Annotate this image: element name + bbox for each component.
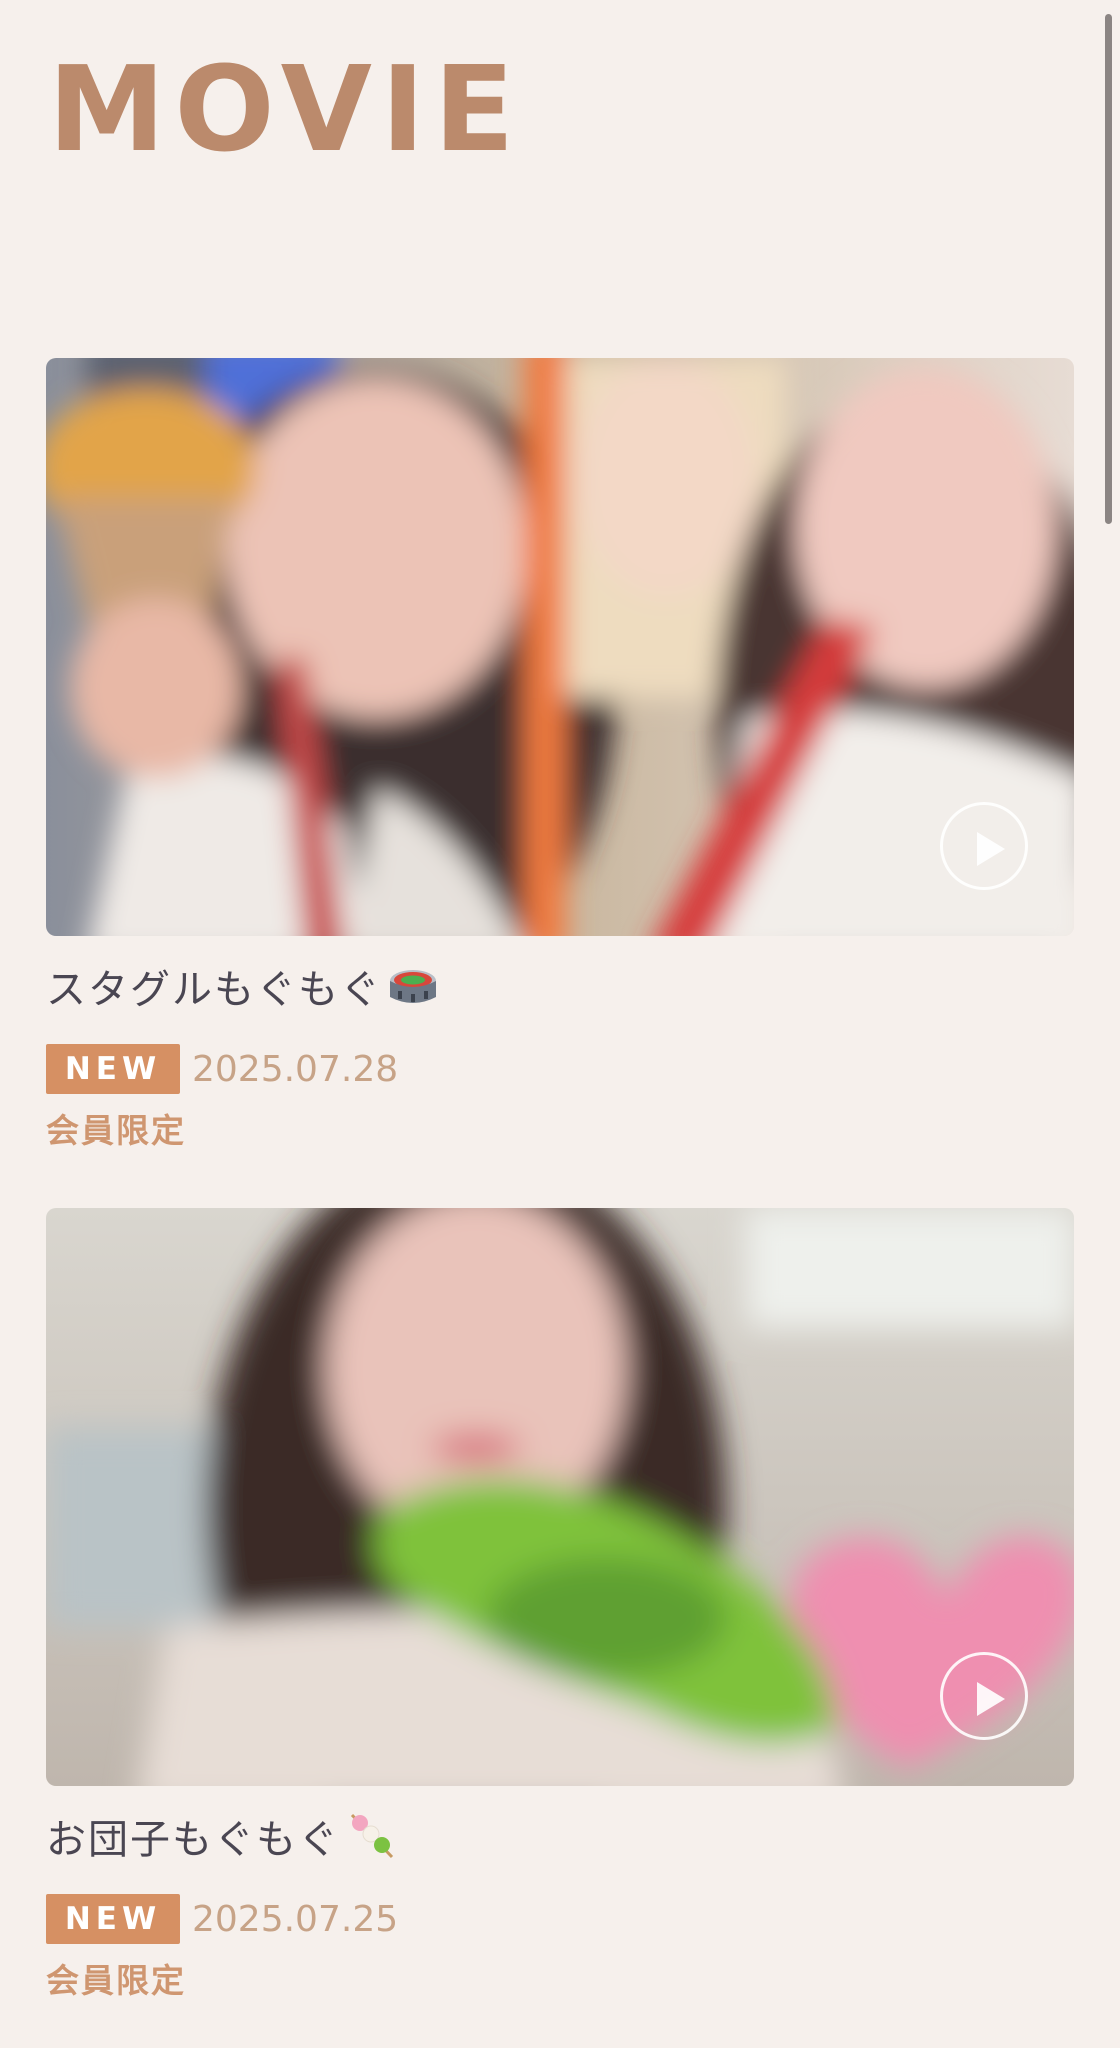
play-icon[interactable] [940, 802, 1028, 890]
page-title: MOVIE [48, 40, 524, 178]
movie-thumbnail[interactable] [46, 358, 1074, 936]
movie-date: 2025.07.25 [192, 1898, 399, 1940]
members-only-label: 会員限定 [46, 1961, 186, 2000]
movie-title: お団子もぐもぐ [46, 1817, 340, 1863]
movie-date: 2025.07.28 [192, 1048, 399, 1090]
movie-card[interactable]: スタグルもぐもぐ NEW 2025.07.28 会員限定 [46, 358, 1074, 1152]
play-icon[interactable] [940, 1652, 1028, 1740]
dango-icon [346, 1811, 396, 1861]
movie-card[interactable]: お団子もぐもぐ NEW 2025.07.25 会員限定 [46, 1208, 1074, 2002]
movie-title-row[interactable]: スタグルもぐもぐ [46, 958, 1074, 1014]
thumbnail-image [46, 358, 1074, 936]
movie-meta: NEW 2025.07.28 [46, 1044, 1074, 1094]
scrollbar[interactable] [1105, 14, 1112, 524]
new-badge: NEW [46, 1044, 180, 1094]
movie-page: MOVIE スタグルもぐもぐ NEW 2025.07.28 会員限定 お団子もぐ… [0, 0, 1120, 2048]
thumbnail-image [46, 1208, 1074, 1786]
stadium-icon [388, 961, 438, 1011]
movie-thumbnail[interactable] [46, 1208, 1074, 1786]
members-only-label: 会員限定 [46, 1111, 186, 1150]
movie-title-row[interactable]: お団子もぐもぐ [46, 1808, 1074, 1864]
movie-meta: NEW 2025.07.25 [46, 1894, 1074, 1944]
new-badge: NEW [46, 1894, 180, 1944]
movie-title: スタグルもぐもぐ [46, 967, 382, 1013]
